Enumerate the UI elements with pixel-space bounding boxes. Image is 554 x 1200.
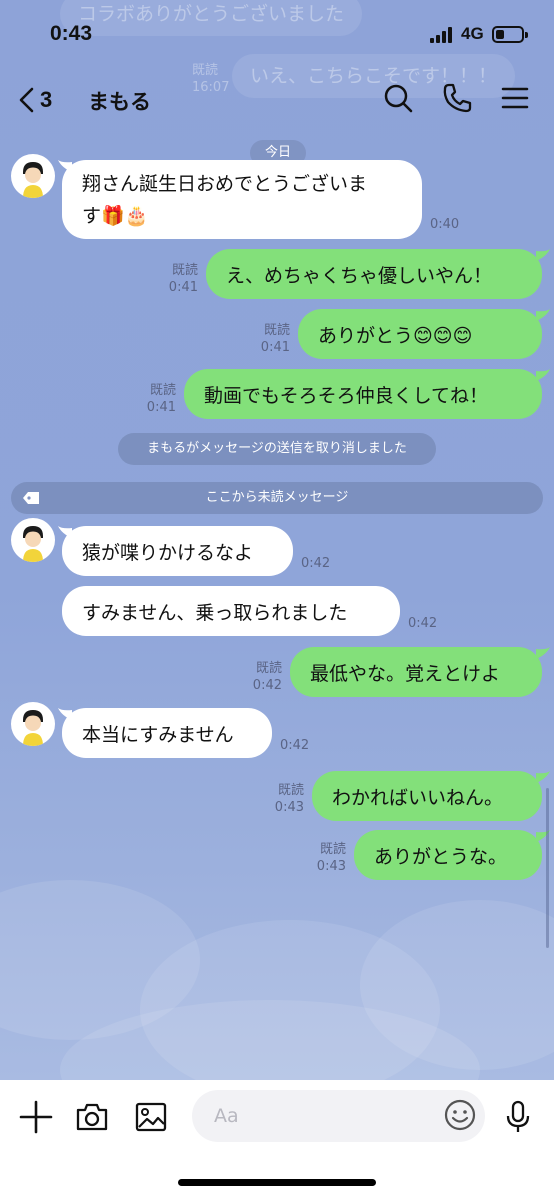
message-bubble-incoming[interactable]: すみません、乗っ取られました (62, 586, 400, 636)
message-bubble-outgoing[interactable]: わかればいいねん。 (312, 771, 542, 821)
unread-count: 3 (40, 87, 53, 112)
plus-icon[interactable] (18, 1099, 54, 1135)
camera-icon[interactable] (74, 1099, 110, 1135)
message-text: 本当にすみません (82, 723, 234, 746)
bubble-tail (536, 771, 550, 783)
message-time: 0:40 (430, 217, 460, 232)
network-type: 4G (461, 24, 484, 43)
message-time: 0:42 (252, 678, 282, 693)
message-input-bar (0, 1080, 554, 1200)
message-time: 0:41 (146, 400, 176, 415)
bubble-tail (536, 309, 550, 321)
message-text: 最低やな。覚えとけよ (310, 662, 501, 685)
read-receipt: 既読 (255, 661, 282, 676)
message-text: 動画でもそろそろ仲良くしてね！ (204, 384, 489, 407)
avatar-image (23, 710, 43, 746)
back-button[interactable]: 3 (16, 80, 52, 120)
status-bar: コラボありがとうございました いえ、こちらこそです！！！ 既読 16:07 0:… (0, 0, 554, 98)
message-time: 0:43 (274, 800, 304, 815)
message-bubble-outgoing[interactable]: 最低やな。覚えとけよ (290, 647, 542, 697)
message-time: 0:41 (260, 340, 290, 355)
chevron-left-icon (19, 87, 34, 113)
unread-divider-label: ここから未読メッセージ (205, 490, 349, 505)
tag-icon (23, 492, 39, 504)
read-receipt: 既読 (263, 323, 290, 338)
message-bubble-outgoing[interactable]: ありがとう😊😊😊 (298, 309, 542, 359)
message-bubble-incoming[interactable]: 翔さん誕生日おめでとうございま す🎁🎂 (62, 160, 422, 239)
message-text: す🎁🎂 (82, 204, 149, 227)
scrollbar[interactable] (546, 788, 549, 948)
menu-icon[interactable] (499, 82, 531, 114)
message-meta: 既読 0:41 (242, 322, 290, 356)
search-icon[interactable] (382, 82, 414, 114)
message-meta: 既読 0:43 (298, 841, 346, 875)
message-input[interactable] (192, 1090, 485, 1142)
home-indicator (178, 1179, 376, 1186)
message-bubble-outgoing[interactable]: ありがとうな。 (354, 830, 542, 880)
message-time: 0:42 (301, 556, 331, 571)
message-meta: 既読 0:41 (128, 382, 176, 416)
message-bubble-outgoing[interactable]: 動画でもそろそろ仲良くしてね！ (184, 369, 542, 419)
status-time: 0:43 (50, 22, 93, 45)
message-time: 0:42 (408, 616, 438, 631)
ghost-text: コラボありがとうございました (78, 3, 345, 25)
message-bubble-outgoing[interactable]: え、めちゃくちゃ優しいやん！ (206, 249, 542, 299)
emoji-icon[interactable] (443, 1098, 477, 1132)
battery-level (496, 30, 504, 39)
message-text: え、めちゃくちゃ優しいやん！ (226, 264, 493, 287)
mic-icon[interactable] (500, 1099, 536, 1135)
message-time: 0:43 (316, 859, 346, 874)
bubble-tail (536, 249, 550, 261)
message-bubble-incoming[interactable]: 本当にすみません (62, 708, 272, 758)
chat-title: まもる (88, 90, 151, 114)
message-text: 猿が喋りかけるなよ (82, 541, 254, 564)
message-text: すみません、乗っ取られました (82, 601, 348, 624)
message-meta: 既読 0:41 (150, 262, 198, 296)
avatar[interactable] (11, 518, 55, 562)
phone-icon[interactable] (441, 82, 473, 114)
image-icon[interactable] (133, 1099, 169, 1135)
message-meta: 既読 0:43 (256, 782, 304, 816)
read-receipt: 既読 (149, 383, 176, 398)
message-text: ありがとう😊😊😊 (318, 324, 473, 347)
unread-divider: ここから未読メッセージ (11, 482, 543, 514)
chat-header: 3 まもる (0, 74, 554, 124)
bubble-tail (536, 647, 550, 659)
message-text: ありがとうな。 (374, 845, 508, 868)
message-text: わかればいいねん。 (332, 786, 504, 809)
message-meta: 既読 0:42 (234, 660, 282, 694)
message-time: 0:41 (168, 280, 198, 295)
signal-icon (430, 27, 456, 43)
read-receipt: 既読 (319, 842, 346, 857)
battery-icon (492, 26, 528, 43)
avatar-image (23, 162, 43, 198)
system-message: まもるがメッセージの送信を取り消しました (118, 433, 436, 465)
ghost-notification: コラボありがとうございました (60, 0, 363, 36)
read-receipt: 既読 (171, 263, 198, 278)
avatar-image (23, 526, 43, 562)
avatar[interactable] (11, 702, 55, 746)
avatar[interactable] (11, 154, 55, 198)
bubble-tail (536, 369, 550, 381)
message-text: 翔さん誕生日おめでとうございま (82, 172, 368, 195)
message-time: 0:42 (280, 738, 310, 753)
message-bubble-incoming[interactable]: 猿が喋りかけるなよ (62, 526, 293, 576)
read-receipt: 既読 (277, 783, 304, 798)
